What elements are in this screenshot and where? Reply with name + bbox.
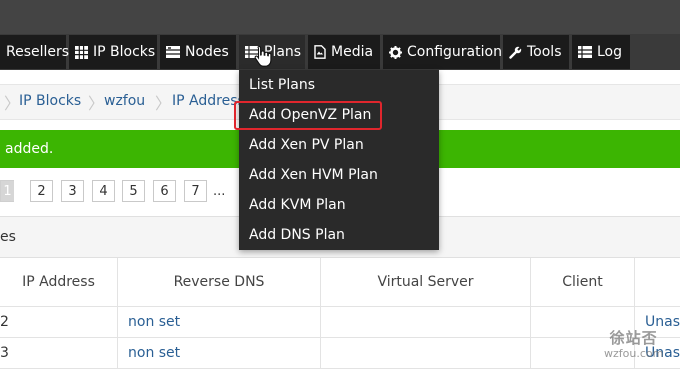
panel-title: es: [0, 229, 16, 245]
breadcrumb-separator: 〉: [88, 94, 105, 113]
grid-icon: [75, 45, 88, 59]
page-label: 2: [37, 183, 46, 199]
menu-item-list-plans[interactable]: List Plans: [249, 77, 315, 93]
page-label: 5: [129, 183, 138, 199]
page-button-7[interactable]: 7: [184, 180, 207, 202]
column-header-virtual-server[interactable]: Virtual Server: [321, 258, 531, 307]
page-button-4[interactable]: 4: [92, 180, 115, 202]
column-header-reverse-dns[interactable]: Reverse DNS: [118, 258, 321, 307]
page-button-1[interactable]: 1: [0, 180, 14, 202]
column-header-label: IP Address: [22, 274, 95, 290]
page-label: 6: [160, 183, 169, 199]
page-button-5[interactable]: 5: [122, 180, 145, 202]
highlight-box: [234, 101, 382, 130]
plans-dropdown-menu: List Plans Add OpenVZ Plan Add Xen PV Pl…: [239, 70, 439, 250]
success-alert-message: added.: [5, 141, 54, 157]
top-header-band: [0, 0, 680, 34]
watermark-title: 徐站否: [609, 329, 658, 347]
table-row: 2: [0, 307, 118, 338]
page-label: 3: [68, 183, 77, 199]
table-cell: [321, 307, 531, 338]
server-icon: [166, 46, 180, 58]
reverse-dns-link[interactable]: non set: [128, 314, 180, 330]
column-header-label: Client: [562, 274, 603, 290]
wrench-icon: [509, 45, 522, 59]
breadcrumb-wzfou[interactable]: wzfou: [104, 93, 145, 109]
page-button-6[interactable]: 6: [153, 180, 176, 202]
nav-log[interactable]: Log: [572, 35, 630, 69]
column-header-actions: [635, 258, 680, 307]
ip-address-cell: 2: [0, 314, 9, 330]
nav-configuration-label: Configuration: [407, 44, 502, 60]
menu-item-add-xen-pv-plan[interactable]: Add Xen PV Plan: [249, 137, 364, 153]
page-label: 1: [3, 183, 12, 199]
ip-address-cell: 3: [0, 345, 9, 361]
nav-resellers[interactable]: Resellers: [0, 35, 70, 69]
table-cell: non set: [118, 307, 321, 338]
breadcrumb-separator: 〉: [155, 94, 172, 113]
table-cell: [321, 338, 531, 369]
table-cell: non set: [118, 338, 321, 369]
column-header-client[interactable]: Client: [531, 258, 635, 307]
nav-media[interactable]: Media: [308, 35, 380, 69]
nav-log-label: Log: [597, 44, 623, 60]
nav-nodes-label: Nodes: [185, 44, 229, 60]
menu-item-add-xen-hvm-plan[interactable]: Add Xen HVM Plan: [249, 167, 378, 183]
column-header-ip-address[interactable]: IP Address: [0, 258, 118, 307]
reverse-dns-link[interactable]: non set: [128, 345, 180, 361]
watermark-url: wzfou.com: [604, 347, 664, 360]
page-label: 4: [99, 183, 108, 199]
nav-tools[interactable]: Tools: [503, 35, 569, 69]
hand-cursor-icon: [254, 45, 272, 71]
nav-configuration[interactable]: Configuration: [383, 35, 502, 69]
nav-tools-label: Tools: [527, 44, 562, 60]
nav-resellers-label: Resellers: [6, 44, 70, 60]
column-header-label: Reverse DNS: [173, 274, 265, 290]
breadcrumb-separator: 〉: [4, 94, 21, 113]
breadcrumb-ip-blocks[interactable]: IP Blocks: [19, 93, 81, 109]
watermark: 徐站否 wzfou.com: [604, 327, 663, 360]
nav-plans[interactable]: Plans: [239, 35, 305, 69]
log-icon: [578, 46, 592, 58]
gear-icon: [389, 45, 402, 59]
file-icon: [314, 45, 326, 59]
page-button-3[interactable]: 3: [61, 180, 84, 202]
nav-nodes[interactable]: Nodes: [160, 35, 236, 69]
column-header-label: Virtual Server: [377, 274, 474, 290]
page-label: 7: [191, 183, 200, 199]
pagination-ellipsis: ...: [213, 184, 226, 199]
menu-item-add-kvm-plan[interactable]: Add KVM Plan: [249, 197, 346, 213]
nav-media-label: Media: [331, 44, 374, 60]
nav-ip-blocks-label: IP Blocks: [93, 44, 156, 60]
page-button-2[interactable]: 2: [30, 180, 53, 202]
menu-item-add-dns-plan[interactable]: Add DNS Plan: [249, 227, 345, 243]
table-row: 3: [0, 338, 118, 369]
nav-ip-blocks[interactable]: IP Blocks: [69, 35, 157, 69]
